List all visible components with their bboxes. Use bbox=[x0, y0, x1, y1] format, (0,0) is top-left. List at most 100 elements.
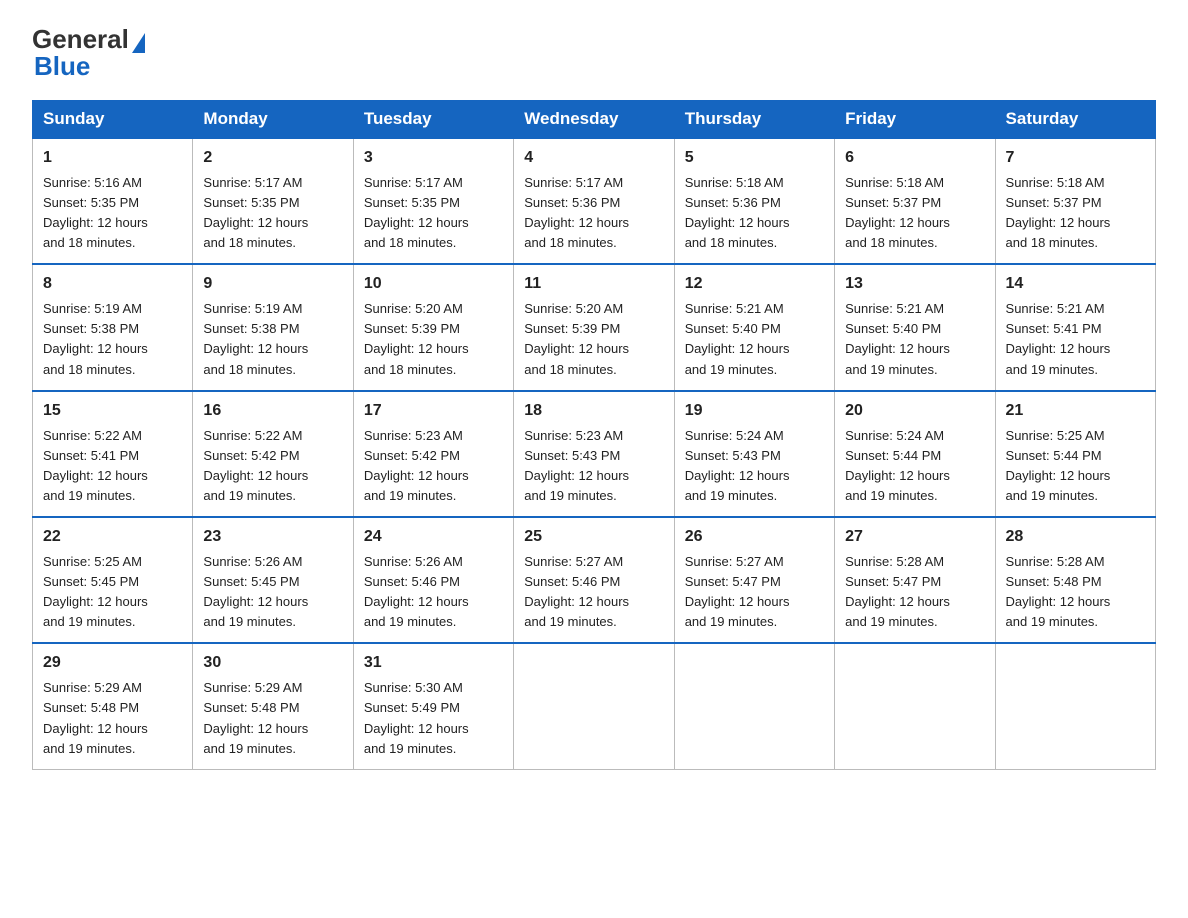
calendar-cell bbox=[995, 643, 1155, 769]
calendar-cell: 31 Sunrise: 5:30 AMSunset: 5:49 PMDayligh… bbox=[353, 643, 513, 769]
calendar-cell: 1 Sunrise: 5:16 AMSunset: 5:35 PMDaylight… bbox=[33, 138, 193, 264]
week-row-1: 1 Sunrise: 5:16 AMSunset: 5:35 PMDaylight… bbox=[33, 138, 1156, 264]
calendar-cell: 20 Sunrise: 5:24 AMSunset: 5:44 PMDayligh… bbox=[835, 391, 995, 517]
calendar-cell: 12 Sunrise: 5:21 AMSunset: 5:40 PMDayligh… bbox=[674, 264, 834, 390]
day-number: 10 bbox=[364, 272, 503, 297]
day-number: 26 bbox=[685, 525, 824, 550]
calendar-cell: 8 Sunrise: 5:19 AMSunset: 5:38 PMDaylight… bbox=[33, 264, 193, 390]
weekday-header-monday: Monday bbox=[193, 101, 353, 139]
day-info: Sunrise: 5:19 AMSunset: 5:38 PMDaylight:… bbox=[203, 301, 308, 376]
calendar-cell: 29 Sunrise: 5:29 AMSunset: 5:48 PMDayligh… bbox=[33, 643, 193, 769]
day-info: Sunrise: 5:21 AMSunset: 5:40 PMDaylight:… bbox=[845, 301, 950, 376]
day-number: 2 bbox=[203, 146, 342, 171]
calendar-cell: 5 Sunrise: 5:18 AMSunset: 5:36 PMDaylight… bbox=[674, 138, 834, 264]
calendar-cell: 15 Sunrise: 5:22 AMSunset: 5:41 PMDayligh… bbox=[33, 391, 193, 517]
day-info: Sunrise: 5:21 AMSunset: 5:40 PMDaylight:… bbox=[685, 301, 790, 376]
calendar-cell: 24 Sunrise: 5:26 AMSunset: 5:46 PMDayligh… bbox=[353, 517, 513, 643]
week-row-3: 15 Sunrise: 5:22 AMSunset: 5:41 PMDayligh… bbox=[33, 391, 1156, 517]
day-info: Sunrise: 5:28 AMSunset: 5:47 PMDaylight:… bbox=[845, 554, 950, 629]
day-number: 23 bbox=[203, 525, 342, 550]
calendar-cell: 14 Sunrise: 5:21 AMSunset: 5:41 PMDayligh… bbox=[995, 264, 1155, 390]
weekday-header-tuesday: Tuesday bbox=[353, 101, 513, 139]
day-number: 5 bbox=[685, 146, 824, 171]
day-number: 29 bbox=[43, 651, 182, 676]
day-info: Sunrise: 5:24 AMSunset: 5:43 PMDaylight:… bbox=[685, 428, 790, 503]
calendar-cell: 21Sunrise: 5:25 AMSunset: 5:44 PMDayligh… bbox=[995, 391, 1155, 517]
calendar-cell: 16Sunrise: 5:22 AMSunset: 5:42 PMDayligh… bbox=[193, 391, 353, 517]
day-info: Sunrise: 5:26 AMSunset: 5:46 PMDaylight:… bbox=[364, 554, 469, 629]
day-info: Sunrise: 5:17 AMSunset: 5:36 PMDaylight:… bbox=[524, 175, 629, 250]
weekday-header-sunday: Sunday bbox=[33, 101, 193, 139]
calendar-cell: 30 Sunrise: 5:29 AMSunset: 5:48 PMDayligh… bbox=[193, 643, 353, 769]
day-number: 24 bbox=[364, 525, 503, 550]
day-info: Sunrise: 5:23 AMSunset: 5:43 PMDaylight:… bbox=[524, 428, 629, 503]
day-info: Sunrise: 5:28 AMSunset: 5:48 PMDaylight:… bbox=[1006, 554, 1111, 629]
calendar-cell: 3 Sunrise: 5:17 AMSunset: 5:35 PMDaylight… bbox=[353, 138, 513, 264]
calendar-cell: 4 Sunrise: 5:17 AMSunset: 5:36 PMDaylight… bbox=[514, 138, 674, 264]
logo-arrow-icon bbox=[132, 33, 145, 53]
day-number: 4 bbox=[524, 146, 663, 171]
day-number: 25 bbox=[524, 525, 663, 550]
day-number: 18 bbox=[524, 399, 663, 424]
day-info: Sunrise: 5:27 AMSunset: 5:46 PMDaylight:… bbox=[524, 554, 629, 629]
calendar-cell: 28 Sunrise: 5:28 AMSunset: 5:48 PMDayligh… bbox=[995, 517, 1155, 643]
day-info: Sunrise: 5:29 AMSunset: 5:48 PMDaylight:… bbox=[43, 680, 148, 755]
header: General Blue bbox=[32, 24, 1156, 82]
calendar-cell bbox=[835, 643, 995, 769]
day-info: Sunrise: 5:24 AMSunset: 5:44 PMDaylight:… bbox=[845, 428, 950, 503]
day-number: 14 bbox=[1006, 272, 1145, 297]
day-number: 22 bbox=[43, 525, 182, 550]
day-number: 6 bbox=[845, 146, 984, 171]
day-number: 1 bbox=[43, 146, 182, 171]
day-number: 9 bbox=[203, 272, 342, 297]
calendar-cell: 6 Sunrise: 5:18 AMSunset: 5:37 PMDaylight… bbox=[835, 138, 995, 264]
weekday-header-friday: Friday bbox=[835, 101, 995, 139]
day-info: Sunrise: 5:20 AMSunset: 5:39 PMDaylight:… bbox=[364, 301, 469, 376]
day-info: Sunrise: 5:21 AMSunset: 5:41 PMDaylight:… bbox=[1006, 301, 1111, 376]
week-row-4: 22Sunrise: 5:25 AMSunset: 5:45 PMDayligh… bbox=[33, 517, 1156, 643]
day-number: 15 bbox=[43, 399, 182, 424]
day-number: 20 bbox=[845, 399, 984, 424]
weekday-header-saturday: Saturday bbox=[995, 101, 1155, 139]
day-info: Sunrise: 5:17 AMSunset: 5:35 PMDaylight:… bbox=[203, 175, 308, 250]
week-row-2: 8 Sunrise: 5:19 AMSunset: 5:38 PMDaylight… bbox=[33, 264, 1156, 390]
week-row-5: 29 Sunrise: 5:29 AMSunset: 5:48 PMDayligh… bbox=[33, 643, 1156, 769]
day-number: 7 bbox=[1006, 146, 1145, 171]
calendar-cell: 27Sunrise: 5:28 AMSunset: 5:47 PMDayligh… bbox=[835, 517, 995, 643]
calendar-cell: 18 Sunrise: 5:23 AMSunset: 5:43 PMDayligh… bbox=[514, 391, 674, 517]
day-number: 12 bbox=[685, 272, 824, 297]
day-info: Sunrise: 5:20 AMSunset: 5:39 PMDaylight:… bbox=[524, 301, 629, 376]
day-number: 21 bbox=[1006, 399, 1145, 424]
day-number: 31 bbox=[364, 651, 503, 676]
day-number: 30 bbox=[203, 651, 342, 676]
calendar-cell bbox=[674, 643, 834, 769]
calendar-cell: 9 Sunrise: 5:19 AMSunset: 5:38 PMDaylight… bbox=[193, 264, 353, 390]
calendar-cell: 11 Sunrise: 5:20 AMSunset: 5:39 PMDayligh… bbox=[514, 264, 674, 390]
day-number: 3 bbox=[364, 146, 503, 171]
day-info: Sunrise: 5:18 AMSunset: 5:36 PMDaylight:… bbox=[685, 175, 790, 250]
day-info: Sunrise: 5:16 AMSunset: 5:35 PMDaylight:… bbox=[43, 175, 148, 250]
day-number: 11 bbox=[524, 272, 663, 297]
calendar-cell: 19 Sunrise: 5:24 AMSunset: 5:43 PMDayligh… bbox=[674, 391, 834, 517]
calendar-cell: 25 Sunrise: 5:27 AMSunset: 5:46 PMDayligh… bbox=[514, 517, 674, 643]
day-number: 19 bbox=[685, 399, 824, 424]
day-info: Sunrise: 5:27 AMSunset: 5:47 PMDaylight:… bbox=[685, 554, 790, 629]
calendar-cell: 13Sunrise: 5:21 AMSunset: 5:40 PMDayligh… bbox=[835, 264, 995, 390]
day-number: 8 bbox=[43, 272, 182, 297]
calendar-cell: 17Sunrise: 5:23 AMSunset: 5:42 PMDayligh… bbox=[353, 391, 513, 517]
weekday-header-thursday: Thursday bbox=[674, 101, 834, 139]
day-info: Sunrise: 5:19 AMSunset: 5:38 PMDaylight:… bbox=[43, 301, 148, 376]
day-info: Sunrise: 5:29 AMSunset: 5:48 PMDaylight:… bbox=[203, 680, 308, 755]
calendar-cell: 10 Sunrise: 5:20 AMSunset: 5:39 PMDayligh… bbox=[353, 264, 513, 390]
weekday-header-row: SundayMondayTuesdayWednesdayThursdayFrid… bbox=[33, 101, 1156, 139]
day-number: 16 bbox=[203, 399, 342, 424]
day-info: Sunrise: 5:17 AMSunset: 5:35 PMDaylight:… bbox=[364, 175, 469, 250]
calendar-cell: 2 Sunrise: 5:17 AMSunset: 5:35 PMDaylight… bbox=[193, 138, 353, 264]
calendar-cell: 23Sunrise: 5:26 AMSunset: 5:45 PMDayligh… bbox=[193, 517, 353, 643]
day-info: Sunrise: 5:18 AMSunset: 5:37 PMDaylight:… bbox=[1006, 175, 1111, 250]
logo: General Blue bbox=[32, 24, 145, 82]
day-info: Sunrise: 5:30 AMSunset: 5:49 PMDaylight:… bbox=[364, 680, 469, 755]
day-number: 28 bbox=[1006, 525, 1145, 550]
day-info: Sunrise: 5:18 AMSunset: 5:37 PMDaylight:… bbox=[845, 175, 950, 250]
day-info: Sunrise: 5:22 AMSunset: 5:41 PMDaylight:… bbox=[43, 428, 148, 503]
